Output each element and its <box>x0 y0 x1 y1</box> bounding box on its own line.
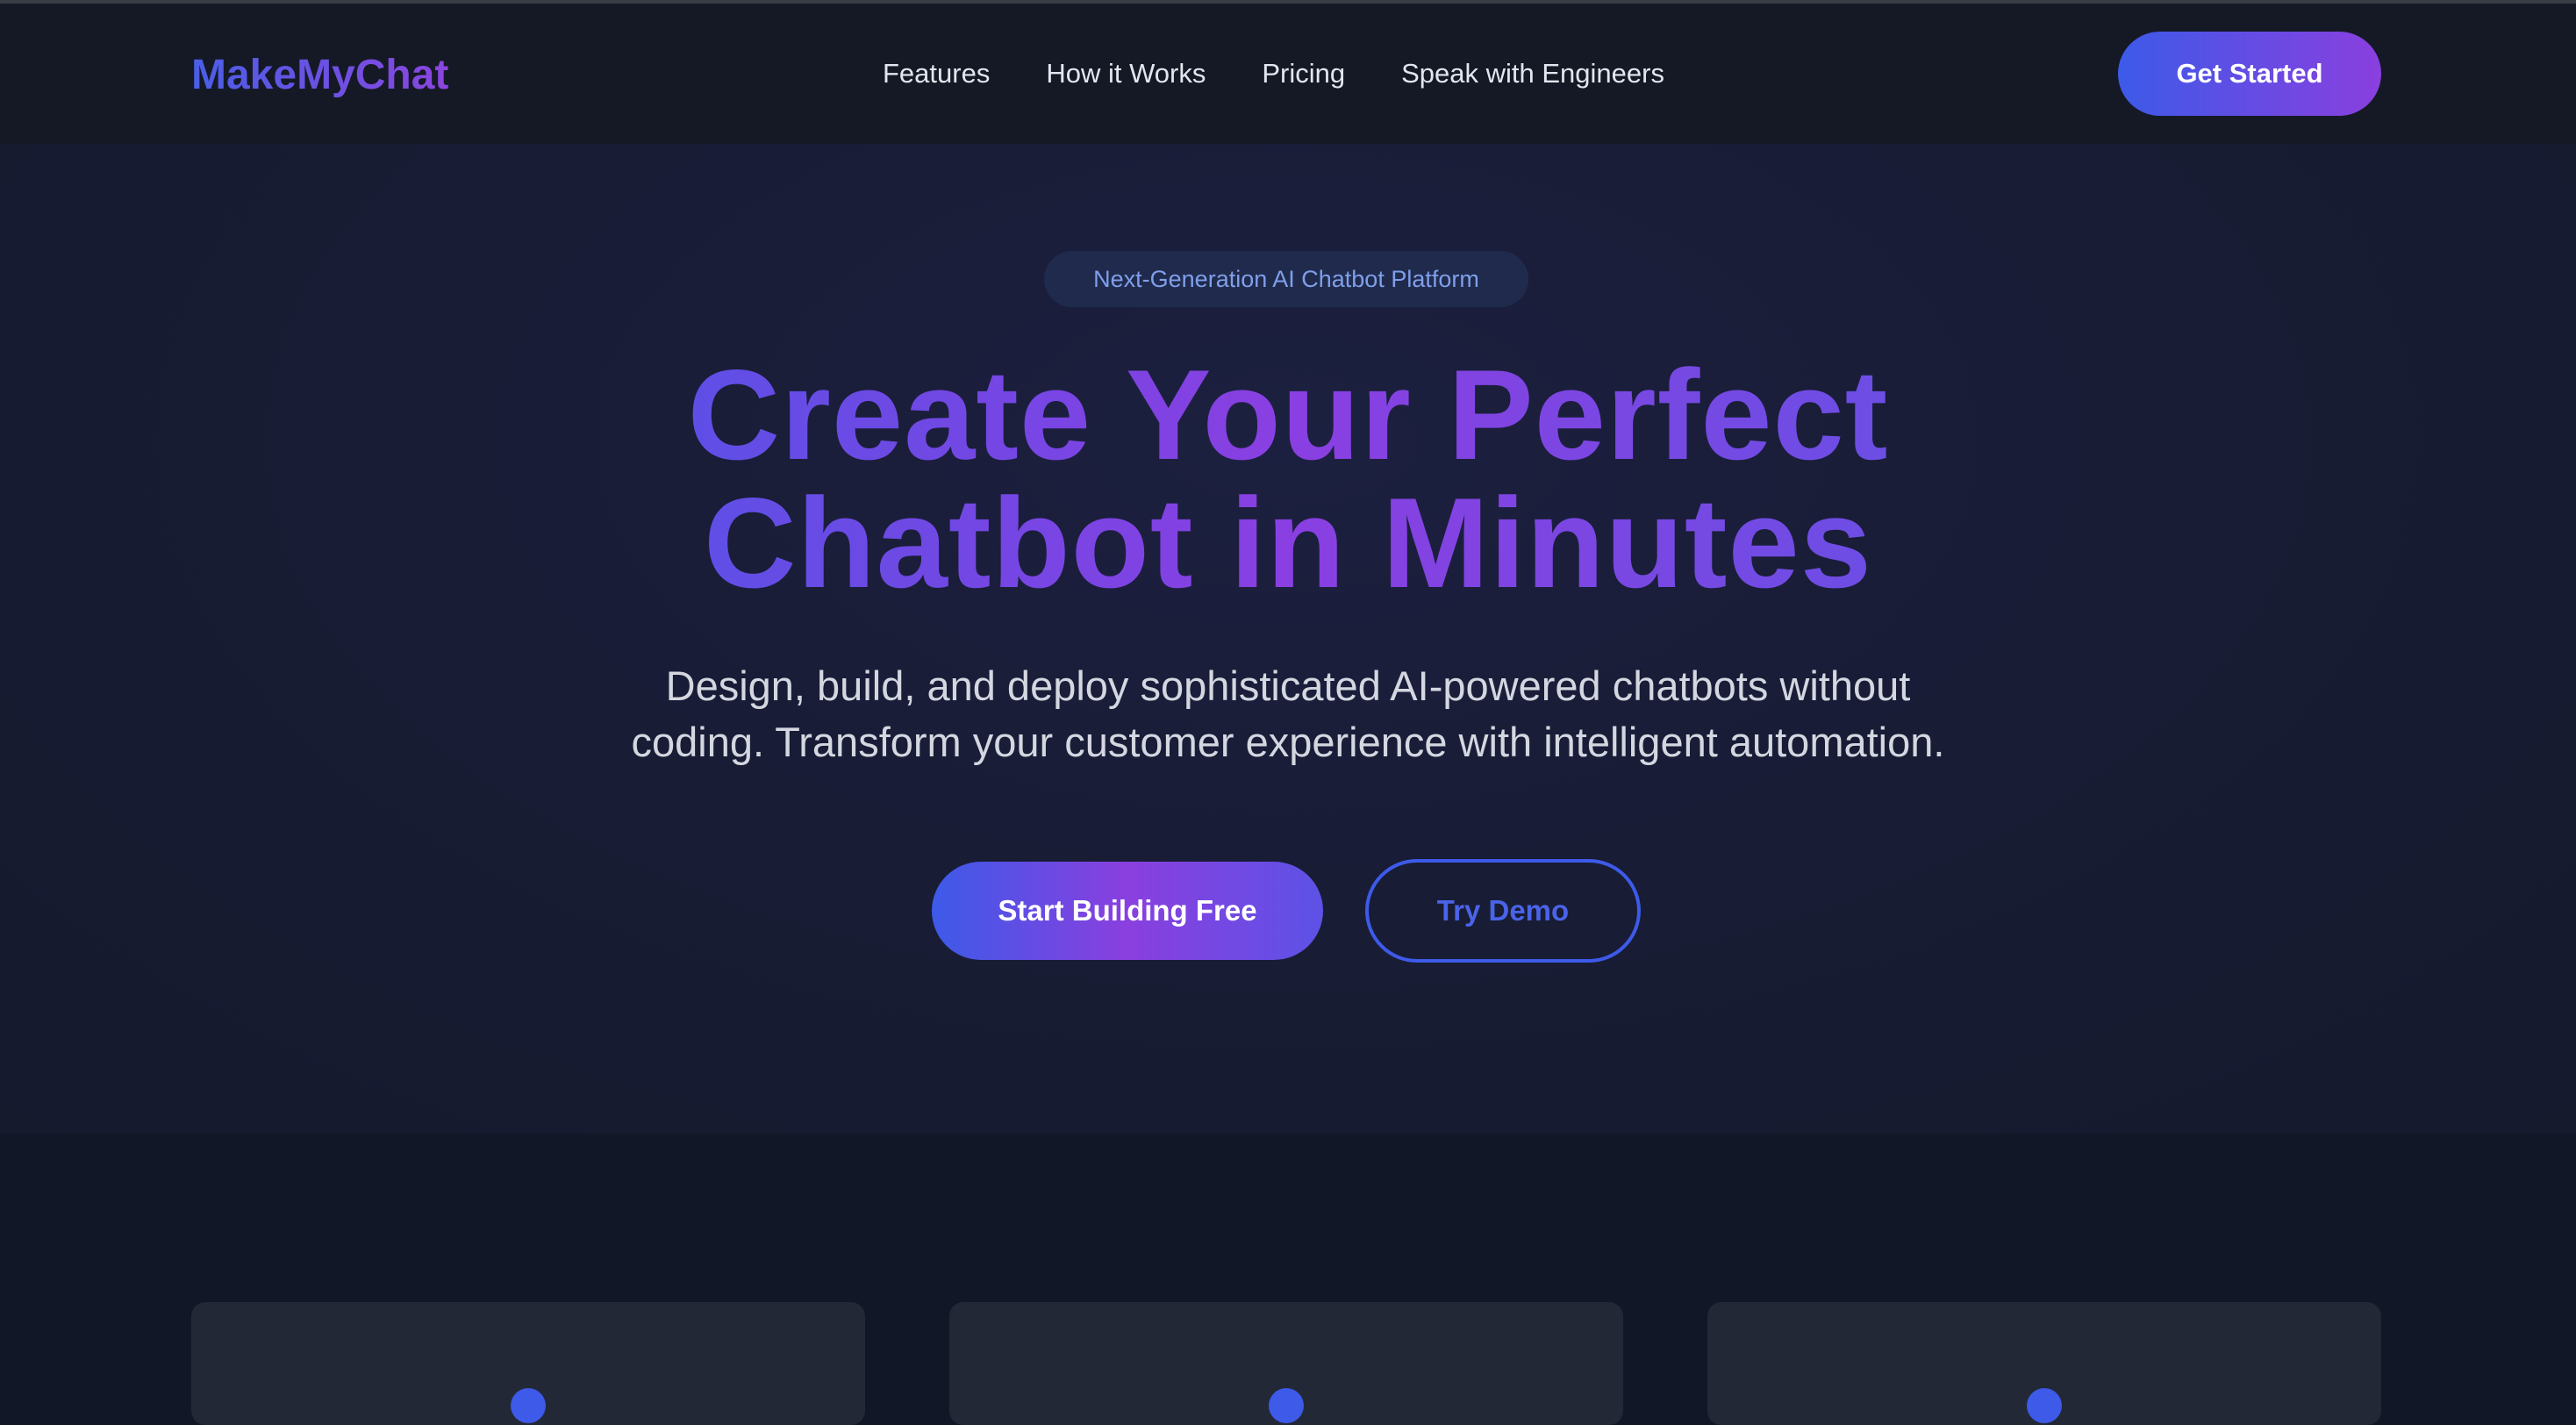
main-nav: Features How it Works Pricing Speak with… <box>883 58 1664 90</box>
try-demo-button[interactable]: Try Demo <box>1365 859 1641 963</box>
hero-subtitle: Design, build, and deploy sophisticated … <box>586 658 1990 770</box>
hero-badge: Next-Generation AI Chatbot Platform <box>1044 251 1528 307</box>
features-section <box>0 1134 2576 1425</box>
feature-card <box>191 1302 865 1425</box>
logo[interactable]: MakeMyChat <box>191 51 448 99</box>
feature-icon <box>1269 1388 1304 1423</box>
hero-title-line-1: Create Your Perfect <box>687 343 1889 486</box>
hero-subtitle-line-2: coding. Transform your customer experien… <box>631 719 1945 765</box>
site-header: MakeMyChat Features How it Works Pricing… <box>0 4 2576 144</box>
nav-link-speak-with-engineers[interactable]: Speak with Engineers <box>1401 58 1664 90</box>
nav-link-pricing[interactable]: Pricing <box>1262 58 1345 90</box>
nav-link-how-it-works[interactable]: How it Works <box>1046 58 1206 90</box>
hero-title-line-2: Chatbot in Minutes <box>704 471 1872 614</box>
hero-section: Next-Generation AI Chatbot Platform Crea… <box>0 144 2576 1134</box>
feature-icon <box>511 1388 546 1423</box>
hero-cta-row: Start Building Free Try Demo <box>932 859 1641 963</box>
feature-card <box>949 1302 1623 1425</box>
feature-card <box>1707 1302 2381 1425</box>
feature-icon <box>2027 1388 2062 1423</box>
start-building-free-button[interactable]: Start Building Free <box>932 862 1323 960</box>
hero-subtitle-line-1: Design, build, and deploy sophisticated … <box>665 662 1911 709</box>
hero-title: Create Your Perfect Chatbot in Minutes <box>0 351 2576 607</box>
nav-link-features[interactable]: Features <box>883 58 990 90</box>
get-started-button[interactable]: Get Started <box>2118 32 2381 116</box>
